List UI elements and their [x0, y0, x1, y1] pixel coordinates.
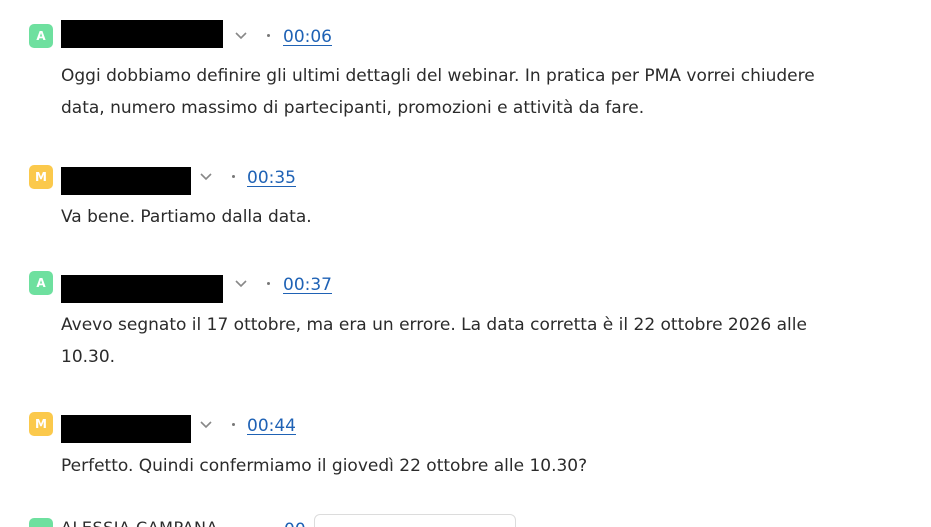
separator-dot — [232, 175, 235, 178]
speaker-avatar: M — [29, 165, 53, 189]
separator-dot — [232, 423, 235, 426]
transcript: A 00:06 Oggi dobbiamo definire gli ultim… — [0, 0, 931, 527]
speaker-avatar: A — [29, 271, 53, 295]
timestamp-link[interactable]: 00:35 — [247, 168, 296, 188]
separator-dot — [267, 282, 270, 285]
separator-dot — [267, 34, 270, 37]
message-text: Avevo segnato il 17 ottobre, ma era un e… — [61, 315, 807, 367]
timestamp-link[interactable]: 00:37 — [283, 275, 332, 295]
message-text: Oggi dobbiamo definire gli ultimi dettag… — [61, 66, 815, 118]
chevron-down-icon[interactable] — [234, 276, 248, 290]
speaker-avatar — [29, 518, 53, 527]
speaker-name-redacted — [61, 415, 191, 443]
chevron-down-icon[interactable] — [199, 417, 213, 431]
message-text: Va bene. Partiamo dalla data. — [61, 207, 312, 227]
speaker-name-redacted — [61, 167, 191, 195]
chevron-down-icon[interactable] — [234, 28, 248, 42]
speaker-avatar: M — [29, 412, 53, 436]
message-text: Perfetto. Quindi confermiamo il giovedì … — [61, 456, 588, 476]
speaker-avatar: A — [29, 24, 53, 48]
timestamp-link[interactable]: 00:44 — [247, 416, 296, 436]
speaker-name-redacted — [61, 20, 223, 48]
chevron-down-icon[interactable] — [199, 169, 213, 183]
speaker-name: ALESSIA CAMPANA — [61, 518, 218, 527]
speaker-name-redacted — [61, 275, 223, 303]
timestamp-link[interactable]: 00 — [284, 520, 306, 527]
speaker-select-box[interactable] — [314, 514, 516, 527]
timestamp-link[interactable]: 00:06 — [283, 27, 332, 47]
